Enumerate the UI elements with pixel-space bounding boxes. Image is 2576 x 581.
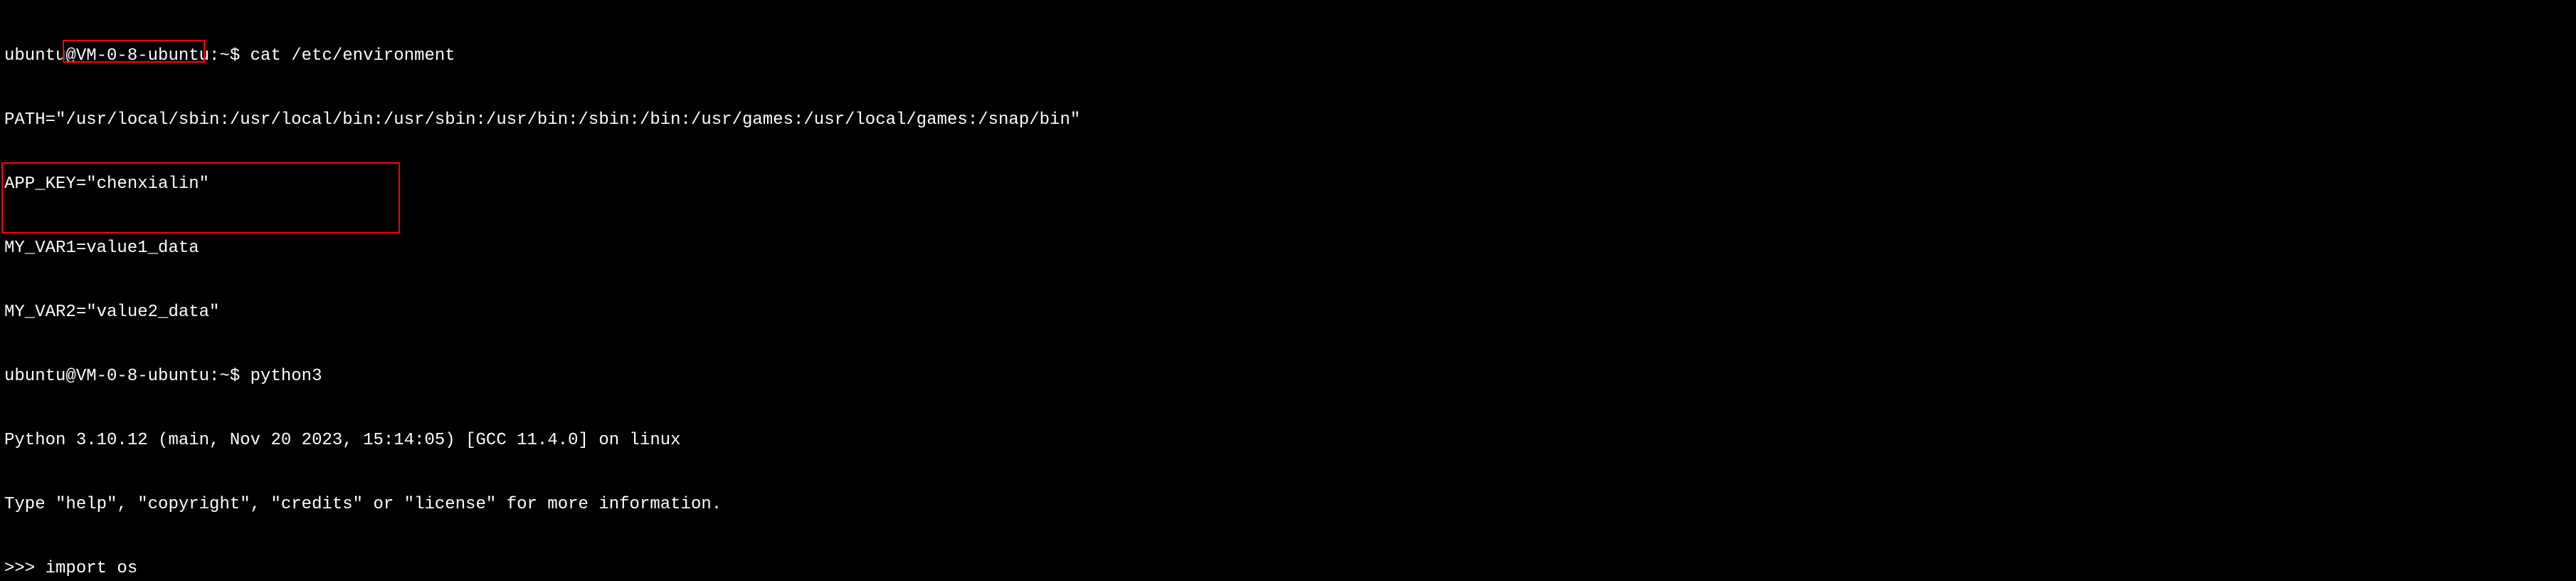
highlight-box-python — [1, 162, 400, 234]
command-cat: cat /etc/environment — [250, 46, 455, 66]
python-stmt-1: >>> import os — [4, 558, 2572, 580]
command-python3: python3 — [250, 367, 322, 386]
shell-prompt: ubuntu@VM-0-8-ubuntu:~$ — [4, 46, 250, 66]
prompt-line-1: ubuntu@VM-0-8-ubuntu:~$ cat /etc/environ… — [4, 46, 2572, 67]
python-banner-2: Type "help", "copyright", "credits" or "… — [4, 494, 2572, 515]
python-import: import os — [46, 559, 138, 578]
env-var1-line: MY_VAR1=value1_data — [4, 238, 2572, 259]
python-prompt: >>> — [4, 559, 46, 578]
prompt-line-2: ubuntu@VM-0-8-ubuntu:~$ python3 — [4, 366, 2572, 387]
env-appkey-line: APP_KEY="chenxialin" — [4, 174, 2572, 195]
env-var2-line: MY_VAR2="value2_data" — [4, 302, 2572, 323]
shell-prompt: ubuntu@VM-0-8-ubuntu:~$ — [4, 367, 250, 386]
env-path-line: PATH="/usr/local/sbin:/usr/local/bin:/us… — [4, 110, 2572, 131]
python-banner-1: Python 3.10.12 (main, Nov 20 2023, 15:14… — [4, 430, 2572, 451]
terminal-window[interactable]: ubuntu@VM-0-8-ubuntu:~$ cat /etc/environ… — [0, 0, 2576, 581]
